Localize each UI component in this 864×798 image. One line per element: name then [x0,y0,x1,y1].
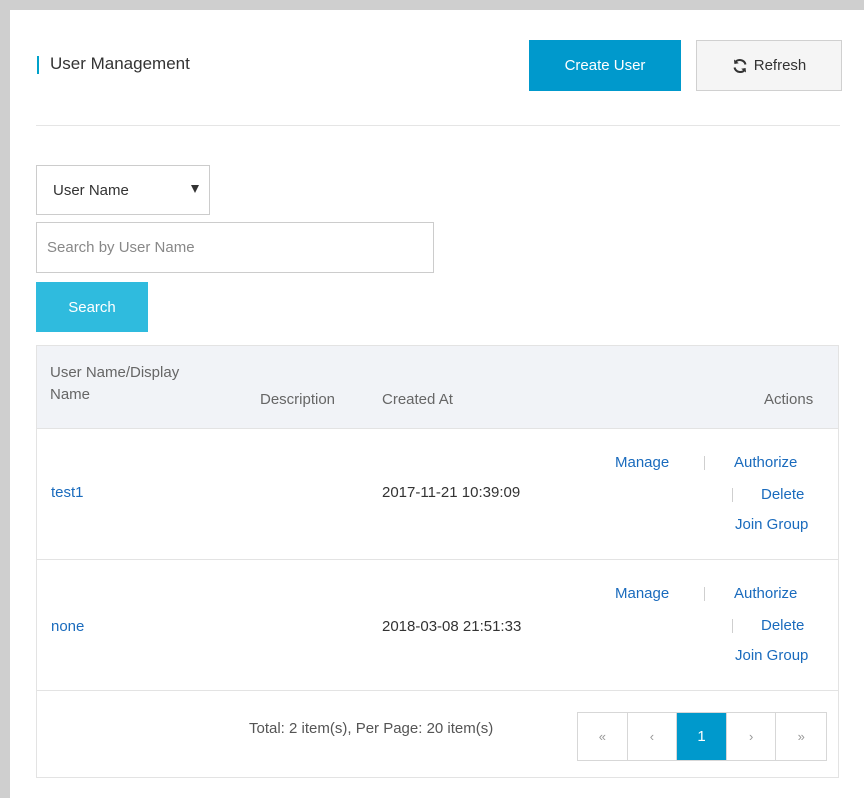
action-separator [732,488,733,502]
delete-link[interactable]: Delete [761,485,804,505]
caret-down-icon [191,185,199,193]
user-table: User Name/Display Name Description Creat… [36,345,839,778]
authorize-link[interactable]: Authorize [734,453,797,473]
column-header-name-line1: User Name/Display [50,364,180,381]
pagination-total: Total: 2 item(s), Per Page: 20 item(s) [249,720,494,737]
pagination: « ‹ 1 › » [577,712,827,761]
manage-link[interactable]: Manage [615,584,669,604]
title-accent-bar [37,56,39,74]
next-page-button[interactable]: › [727,713,777,760]
last-page-button[interactable]: » [776,713,826,760]
create-user-button[interactable]: Create User [529,40,681,91]
refresh-button[interactable]: Refresh [696,40,842,91]
page-1-button[interactable]: 1 [677,713,727,760]
table-row: none 2018-03-08 21:51:33 Manage Authoriz… [37,560,838,691]
search-field-select[interactable]: User Name [36,165,210,215]
delete-link[interactable]: Delete [761,616,804,636]
action-separator [704,456,705,470]
prev-page-button[interactable]: ‹ [628,713,678,760]
column-header-actions: Actions [764,391,814,408]
manage-link[interactable]: Manage [615,453,669,473]
table-header: User Name/Display Name Description Creat… [37,346,838,429]
created-at: 2018-03-08 21:51:33 [382,618,522,635]
page-header: User Management Create User Refresh [26,30,842,91]
search-input[interactable] [36,222,434,273]
action-separator [704,587,705,601]
column-header-name: User Name/Display Name [50,362,179,406]
column-header-name-line2: Name [50,386,91,403]
select-value: User Name [53,182,129,199]
authorize-link[interactable]: Authorize [734,584,797,604]
join-group-link[interactable]: Join Group [735,646,808,666]
refresh-icon [733,58,747,73]
column-header-created: Created At [382,391,453,408]
table-footer: Total: 2 item(s), Per Page: 20 item(s) «… [37,690,838,778]
user-name-link[interactable]: test1 [51,483,84,503]
created-at: 2017-11-21 10:39:09 [382,484,521,501]
first-page-button[interactable]: « [578,713,628,760]
header-divider [36,125,840,126]
search-button[interactable]: Search [36,282,148,332]
refresh-label: Refresh [753,57,807,74]
join-group-link[interactable]: Join Group [735,515,808,535]
action-separator [732,619,733,633]
page-title: User Management [50,54,190,73]
user-name-link[interactable]: none [51,617,84,637]
table-row: test1 2017-11-21 10:39:09 Manage Authori… [37,429,838,560]
column-header-description: Description [260,391,336,408]
